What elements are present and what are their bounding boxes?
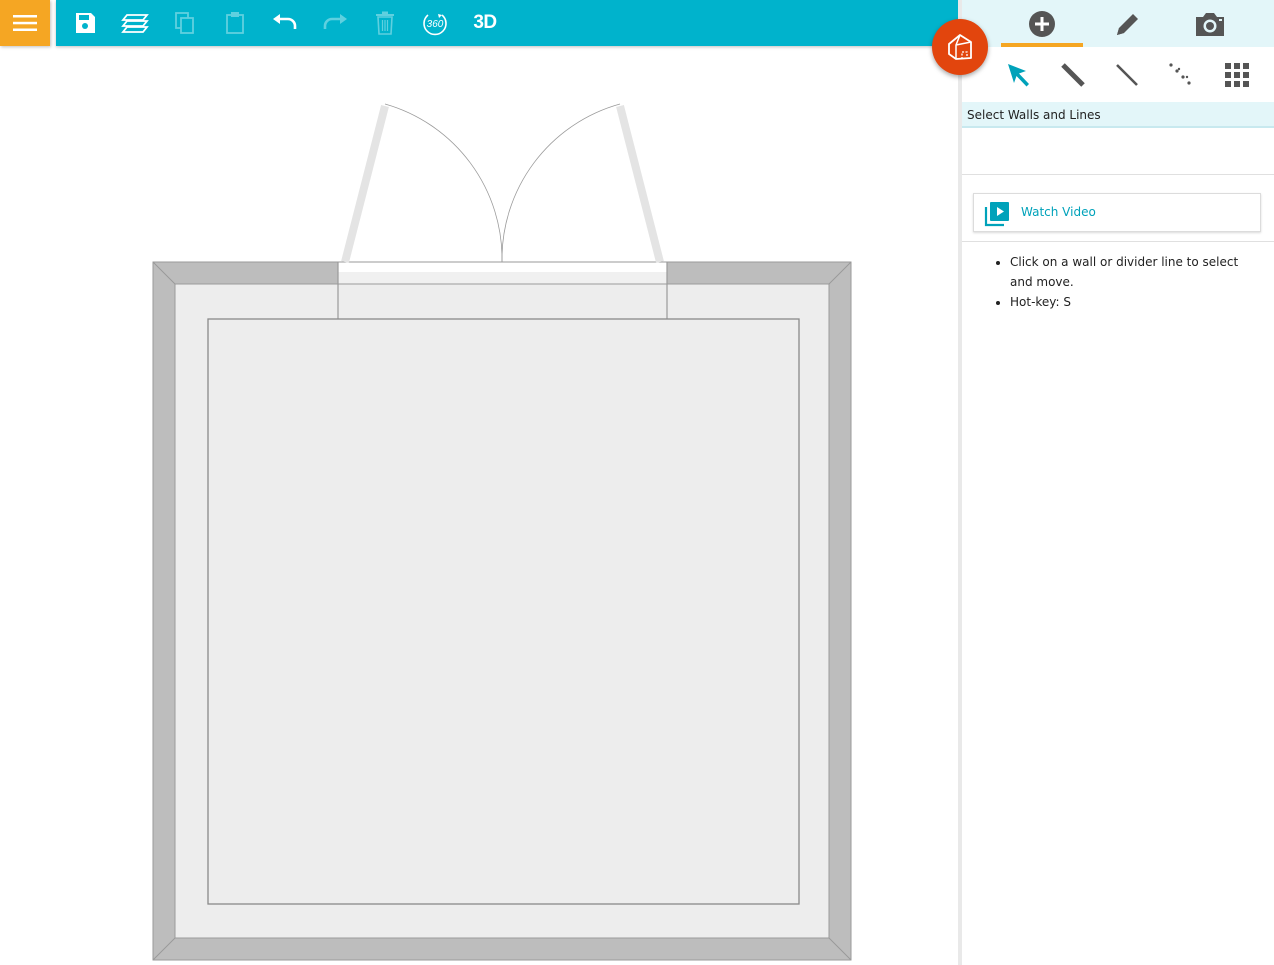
copy-button[interactable] (160, 0, 210, 46)
floor-layers-button[interactable] (110, 0, 160, 46)
save-icon (76, 13, 95, 33)
panel-tabs (962, 0, 1274, 47)
floor-plan-canvas[interactable] (0, 46, 958, 965)
grid-tool-button[interactable] (1217, 57, 1257, 93)
tab-add[interactable] (1001, 0, 1083, 47)
redo-button[interactable] (310, 0, 360, 46)
undo-button[interactable] (260, 0, 310, 46)
dotted-line-tool-button[interactable] (1161, 57, 1201, 93)
video-library-icon (984, 202, 1009, 227)
delete-icon (376, 11, 394, 35)
tab-edit[interactable] (1087, 0, 1169, 47)
divider (962, 241, 1274, 242)
360-view-button[interactable]: 360 (410, 0, 460, 46)
save-button[interactable] (60, 0, 110, 46)
double-door[interactable] (341, 103, 664, 263)
hamburger-icon (13, 15, 37, 31)
select-arrow-icon (1008, 64, 1029, 87)
right-panel: Select Walls and Lines Watch Video Click… (958, 0, 1274, 965)
inner-rectangle[interactable] (207, 318, 800, 905)
add-icon (1029, 10, 1055, 37)
grid-icon (1225, 63, 1249, 87)
wall-tool-icon (1061, 63, 1085, 87)
paste-icon (226, 12, 244, 34)
top-toolbar: 360 3D (56, 0, 958, 46)
watch-video-button[interactable]: Watch Video (973, 193, 1261, 232)
mode-title: Select Walls and Lines (962, 102, 1274, 128)
copy-icon (175, 12, 194, 34)
360-view-icon: 360 (423, 14, 447, 36)
paste-button[interactable] (210, 0, 260, 46)
help-item: Hot-key: S (1010, 292, 1258, 312)
wall-tool-button[interactable] (1053, 57, 1093, 93)
watch-video-label: Watch Video (1021, 205, 1096, 219)
help-text: Click on a wall or divider line to selec… (962, 252, 1274, 312)
house-3d-icon (948, 34, 972, 60)
3d-house-fab[interactable] (932, 19, 988, 75)
select-tool-button[interactable] (999, 57, 1039, 93)
undo-icon (273, 14, 297, 29)
camera-icon (1196, 12, 1224, 36)
line-tool-icon (1116, 64, 1138, 86)
dotted-line-icon (1169, 63, 1191, 85)
tab-camera[interactable] (1169, 0, 1251, 47)
pencil-icon (1117, 13, 1138, 35)
3d-view-button[interactable]: 3D (460, 0, 510, 46)
options-area (962, 130, 1274, 175)
3d-label: 3D (473, 12, 497, 33)
line-tool-button[interactable] (1107, 57, 1147, 93)
help-item: Click on a wall or divider line to selec… (1010, 252, 1258, 292)
redo-icon (323, 14, 347, 29)
delete-button[interactable] (360, 0, 410, 46)
tool-row (962, 47, 1274, 102)
svg-text:360: 360 (427, 19, 444, 30)
floor-plan-drawing (152, 103, 852, 961)
main-menu-button[interactable] (0, 0, 50, 46)
layers-icon (121, 14, 149, 33)
